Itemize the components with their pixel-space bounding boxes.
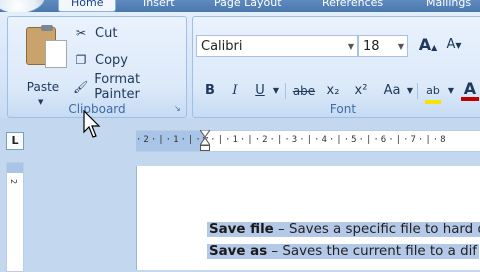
ruler-margin [7, 163, 23, 173]
chevron-down-icon: ▼ [347, 42, 354, 51]
superscript-button[interactable]: x² [351, 81, 371, 101]
font-name-value: Calibri [201, 39, 243, 54]
tab-insert[interactable]: Insert [143, 0, 175, 12]
document-line[interactable]: Save as – Saves the current file to a di… [207, 244, 480, 259]
strikethrough-button[interactable]: abe [289, 81, 319, 101]
format-painter-button[interactable]: 🖌 Format Painter [72, 72, 186, 102]
font-color-button[interactable]: A [461, 81, 479, 101]
format-painter-label: Format Painter [94, 72, 141, 102]
ribbon: Paste ▼ ✂ Cut ❐ Copy 🖌 Format Painter Cl… [0, 12, 480, 119]
chevron-down-icon: ▼ [397, 42, 404, 51]
font-group: Calibri ▼ 18 ▼ A▲ A▼ B I U ▼ abe x₂ x² A… [192, 16, 480, 118]
highlight-options-icon[interactable]: ▼ [446, 81, 456, 101]
tab-references[interactable]: References [322, 0, 383, 12]
tab-selector[interactable]: L [6, 132, 24, 150]
copy-label: Copy [95, 52, 128, 68]
change-case-button[interactable]: Aa [379, 81, 405, 101]
mouse-pointer-icon [83, 110, 101, 138]
scissors-icon: ✂ [75, 26, 87, 40]
tab-page-layout[interactable]: Page Layout [214, 0, 282, 12]
paste-label: Paste [26, 80, 60, 94]
underline-options-icon[interactable]: ▼ [271, 81, 281, 101]
paintbrush-icon: 🖌 [73, 80, 89, 94]
term-save-as: Save as [209, 244, 268, 259]
paste-icon [26, 25, 67, 68]
copy-button[interactable]: ❐ Copy [72, 50, 128, 70]
cut-label: Cut [95, 25, 118, 41]
font-size-dropdown[interactable]: 18 ▼ [358, 35, 408, 57]
bold-button[interactable]: B [201, 81, 219, 101]
document-page[interactable]: Save file – Saves a specific file to har… [136, 166, 480, 270]
ruler-mark: 2 [9, 179, 18, 185]
tab-mailings[interactable]: Mailings [426, 0, 471, 12]
highlight-color-button[interactable]: ab [422, 81, 444, 104]
italic-button[interactable]: I [226, 81, 244, 101]
cut-button[interactable]: ✂ Cut [72, 23, 117, 43]
document-workarea: L ·2·|·1·|·▽·|·1·|·2·|·3·|·4·|·5·|·6·|·7… [0, 118, 480, 272]
ribbon-tab-strip: Home Insert Page Layout References Maili… [0, 0, 480, 14]
tab-home[interactable]: Home [58, 0, 117, 12]
paste-button[interactable]: Paste ▼ [20, 25, 67, 107]
change-case-options-icon[interactable]: ▼ [405, 81, 415, 101]
vertical-ruler[interactable]: 2 [6, 162, 24, 272]
term-save-file: Save file [209, 222, 274, 237]
dialog-launcher-icon[interactable]: ↘ [174, 105, 182, 113]
copy-icon: ❐ [75, 53, 87, 67]
document-line[interactable]: Save file – Saves a specific file to har… [207, 222, 480, 237]
ruler-marks: ·2·|·1·|·▽·|·1·|·2·|·3·|·4·|·5·|·6·|·7·|… [136, 135, 448, 145]
horizontal-ruler[interactable]: ·2·|·1·|·▽·|·1·|·2·|·3·|·4·|·5·|·6·|·7·|… [136, 130, 480, 152]
underline-button[interactable]: U [251, 81, 269, 101]
clipboard-group: Paste ▼ ✂ Cut ❐ Copy 🖌 Format Painter Cl… [7, 16, 187, 118]
grow-font-button[interactable]: A▲ [417, 35, 439, 55]
separator [417, 83, 418, 99]
definition-text: – Saves a specific file to hard d [273, 222, 480, 237]
font-group-label: Font [329, 102, 357, 116]
indent-marker-icon[interactable] [200, 130, 210, 152]
font-name-dropdown[interactable]: Calibri ▼ [196, 35, 358, 57]
subscript-button[interactable]: x₂ [323, 81, 343, 101]
shrink-font-button[interactable]: A▼ [443, 35, 465, 55]
definition-text: – Saves the current file to a dif [267, 244, 478, 259]
font-size-value: 18 [363, 39, 380, 54]
separator [285, 83, 286, 99]
